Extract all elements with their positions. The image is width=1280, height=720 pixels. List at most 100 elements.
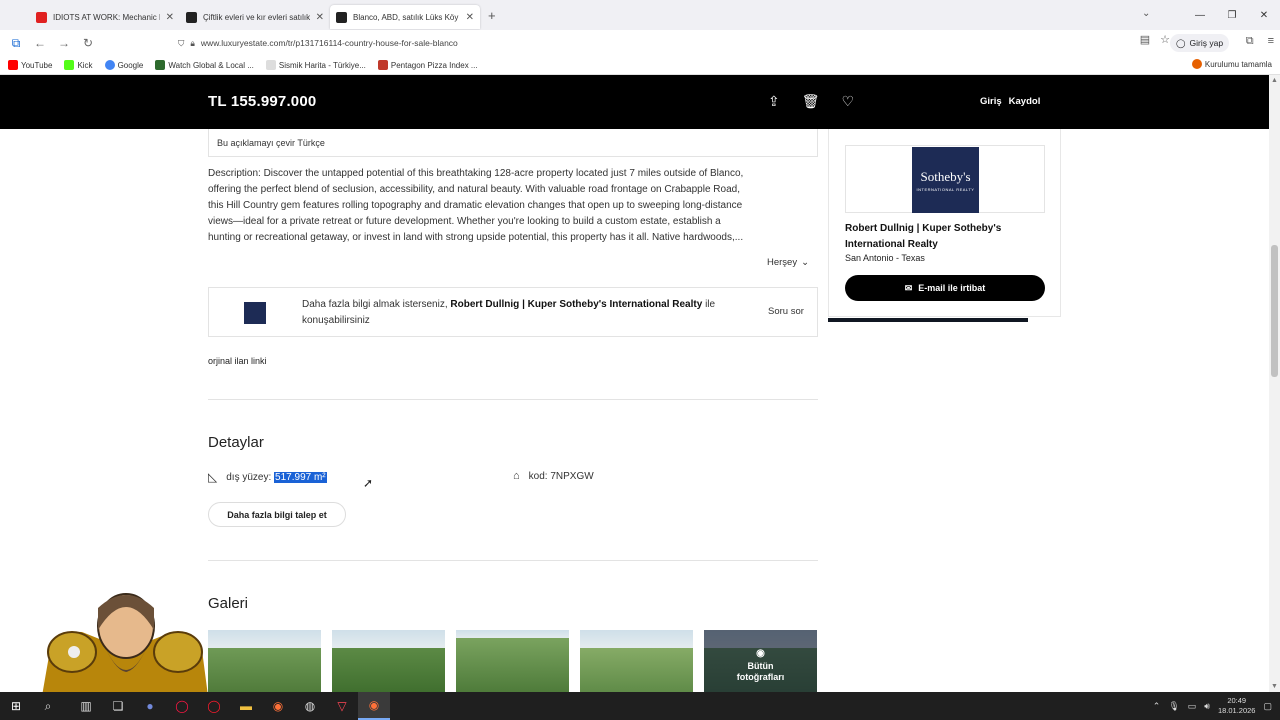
file-explorer-icon[interactable]: ▬	[230, 692, 262, 720]
close-tab-icon[interactable]: ✕	[316, 12, 324, 23]
ruler-icon: ◺	[208, 470, 218, 484]
chevron-down-icon[interactable]: ⌄	[1142, 8, 1150, 19]
firefox-icon[interactable]: ◉	[262, 692, 294, 720]
speaker-icon[interactable]: 🔊︎	[1204, 701, 1210, 712]
bookmark-watch[interactable]: Watch Global & Local ...	[155, 60, 254, 70]
account-label: Giriş yap	[1189, 38, 1224, 48]
firefox-icon	[1191, 59, 1202, 69]
contact-agent-box: Daha fazla bilgi almak isterseniz, Rober…	[208, 287, 818, 337]
system-tray: ⌃ 🎙︎ ▭ 🔊︎ 20:49 18.01.2026 ▢	[1153, 692, 1272, 720]
account-button[interactable]: ◯ Giriş yap	[1170, 34, 1230, 52]
url-bar[interactable]: ⛉ 🔒︎ www.luxuryestate.com/tr/p131716114-…	[178, 33, 1098, 53]
request-info-button[interactable]: Daha fazla bilgi talep et	[208, 502, 346, 527]
heart-icon[interactable]: ♡	[842, 93, 855, 110]
windows-start-icon[interactable]: ⊞	[0, 692, 32, 720]
scroll-down-icon[interactable]: ▼	[1271, 683, 1278, 690]
scrollbar-thumb[interactable]	[1271, 245, 1278, 377]
taskview-icon[interactable]: ❏	[102, 692, 134, 720]
tab-2-active[interactable]: Blanco, ABD, satılık Lüks Köy evi ✕	[330, 5, 480, 29]
bookmark-label: Pentagon Pizza Index ...	[390, 60, 478, 70]
email-contact-button[interactable]: ✉ E-mail ile irtibat	[845, 275, 1045, 301]
bookmark-label: Kurulumu tamamla	[1204, 59, 1272, 69]
opera-icon[interactable]: ◯	[198, 692, 230, 720]
notifications-icon[interactable]: ▢	[1263, 701, 1272, 712]
gallery-thumb[interactable]	[332, 630, 445, 692]
taskbar-app-icon[interactable]: ▥	[70, 692, 102, 720]
close-tab-icon[interactable]: ✕	[466, 12, 474, 23]
camera-icon: ◉	[756, 648, 765, 659]
tab-bar: IDIOTS AT WORK: Mechanic Ed ✕ Çiftlik ev…	[0, 0, 1280, 30]
all-photos-thumb[interactable]: ◉ Bütün fotoğrafları	[704, 630, 817, 692]
bookmark-google[interactable]: Google	[104, 60, 144, 70]
auth-links: Giriş Kaydol	[980, 96, 1040, 107]
valorant-icon[interactable]: ▽	[326, 692, 358, 720]
scroll-up-icon[interactable]: ▲	[1271, 77, 1278, 84]
bookmark-setup[interactable]: Kurulumu tamamla	[1191, 59, 1272, 69]
menu-icon[interactable]: ≡	[1268, 35, 1274, 48]
network-icon[interactable]: ▭	[1188, 701, 1197, 712]
header-actions: ⇪ 🗑︎ ♡	[768, 93, 854, 110]
minimize-icon[interactable]: —	[1184, 10, 1216, 21]
shield-icon: ⛉	[178, 37, 185, 48]
opera-gx-icon[interactable]: ◯	[166, 692, 198, 720]
bookmark-youtube[interactable]: YouTube	[8, 60, 52, 70]
youtube-icon	[8, 60, 18, 70]
show-more-button[interactable]: Herşey ⌄	[767, 257, 809, 268]
ask-question-button[interactable]: Soru sor	[768, 306, 804, 317]
tray-chevron-icon[interactable]: ⌃	[1153, 701, 1161, 712]
login-link[interactable]: Giriş	[980, 96, 1002, 107]
reader-view-icon[interactable]: ▤	[1140, 33, 1150, 46]
detail-area: ◺ dış yüzey: 517.997 m²	[208, 470, 327, 484]
bookmark-label: Sismik Harita - Türkiye...	[278, 60, 366, 70]
bookmark-kick[interactable]: Kick	[64, 60, 93, 70]
restore-icon[interactable]: ❐	[1216, 10, 1248, 21]
firefox-active-icon[interactable]: ◉	[358, 692, 390, 720]
bookmark-label: Google	[117, 60, 144, 70]
bookmark-sismik[interactable]: Sismik Harita - Türkiye...	[265, 60, 366, 70]
new-tab-icon[interactable]: +	[488, 8, 496, 23]
page-scrollbar[interactable]: ▲ ▼	[1269, 75, 1280, 692]
logo-text: Sotheby's	[920, 169, 971, 184]
close-window-icon[interactable]: ✕	[1248, 10, 1280, 21]
register-link[interactable]: Kaydol	[1009, 96, 1041, 107]
bookmark-pentagon[interactable]: Pentagon Pizza Index ...	[377, 60, 478, 70]
listing-description: Description: Discover the untapped poten…	[208, 166, 818, 246]
youtube-icon	[36, 11, 47, 23]
original-listing-link[interactable]: orjinal ilan linki	[208, 356, 267, 366]
share-icon[interactable]: ⇪	[768, 93, 780, 110]
steam-icon[interactable]: ◍	[294, 692, 326, 720]
sidebar-icon[interactable]: ⧉	[4, 36, 28, 51]
tab-1[interactable]: Çiftlik evleri ve kır evleri satılık ✕	[180, 5, 330, 29]
search-icon[interactable]: ⌕	[32, 692, 64, 720]
contact-suffix: ile	[705, 299, 716, 310]
agent-name[interactable]: Robert Dullnig | Kuper Sotheby's Interna…	[845, 221, 1045, 253]
extensions-icon[interactable]: ⧉	[1246, 35, 1254, 48]
translate-button[interactable]: Bu açıklamayı çevir Türkçe	[208, 129, 818, 157]
agency-logo-box: Sotheby's INTERNATIONAL REALTY	[845, 145, 1045, 213]
tab-title: Blanco, ABD, satılık Lüks Köy evi	[353, 12, 460, 22]
description-line: hunting or recreational getaway, or inve…	[208, 232, 744, 243]
card-progress-bar	[828, 318, 1028, 322]
bookmark-star-icon[interactable]: ☆	[1160, 33, 1170, 46]
url-text[interactable]: www.luxuryestate.com/tr/p131716114-count…	[201, 38, 458, 48]
tab-title: Çiftlik evleri ve kır evleri satılık	[203, 12, 310, 22]
listing-price: TL 155.997.000	[208, 93, 317, 110]
nav-toolbar: ⧉ ← → ↻ ⛉ 🔒︎ www.luxuryestate.com/tr/p13…	[0, 30, 1280, 56]
system-clock[interactable]: 20:49 18.01.2026	[1218, 696, 1256, 716]
discord-icon[interactable]: ●	[134, 692, 166, 720]
user-icon: ◯	[1176, 37, 1186, 48]
agency-logo	[244, 302, 266, 324]
gallery-thumb[interactable]	[580, 630, 693, 692]
microphone-icon[interactable]: 🎙︎	[1168, 701, 1179, 712]
gallery-thumb[interactable]	[208, 630, 321, 692]
close-tab-icon[interactable]: ✕	[166, 12, 174, 23]
tab-0[interactable]: IDIOTS AT WORK: Mechanic Ed ✕	[30, 5, 180, 29]
reload-icon[interactable]: ↻	[76, 36, 100, 50]
forward-icon[interactable]: →	[52, 36, 76, 50]
back-icon[interactable]: ←	[28, 36, 52, 50]
logo-subtext: INTERNATIONAL REALTY	[916, 187, 975, 192]
bookmark-label: Kick	[77, 60, 93, 70]
gallery-thumb[interactable]	[456, 630, 569, 692]
trash-icon[interactable]: 🗑︎	[802, 93, 820, 110]
lock-icon: 🔒︎	[190, 37, 195, 48]
